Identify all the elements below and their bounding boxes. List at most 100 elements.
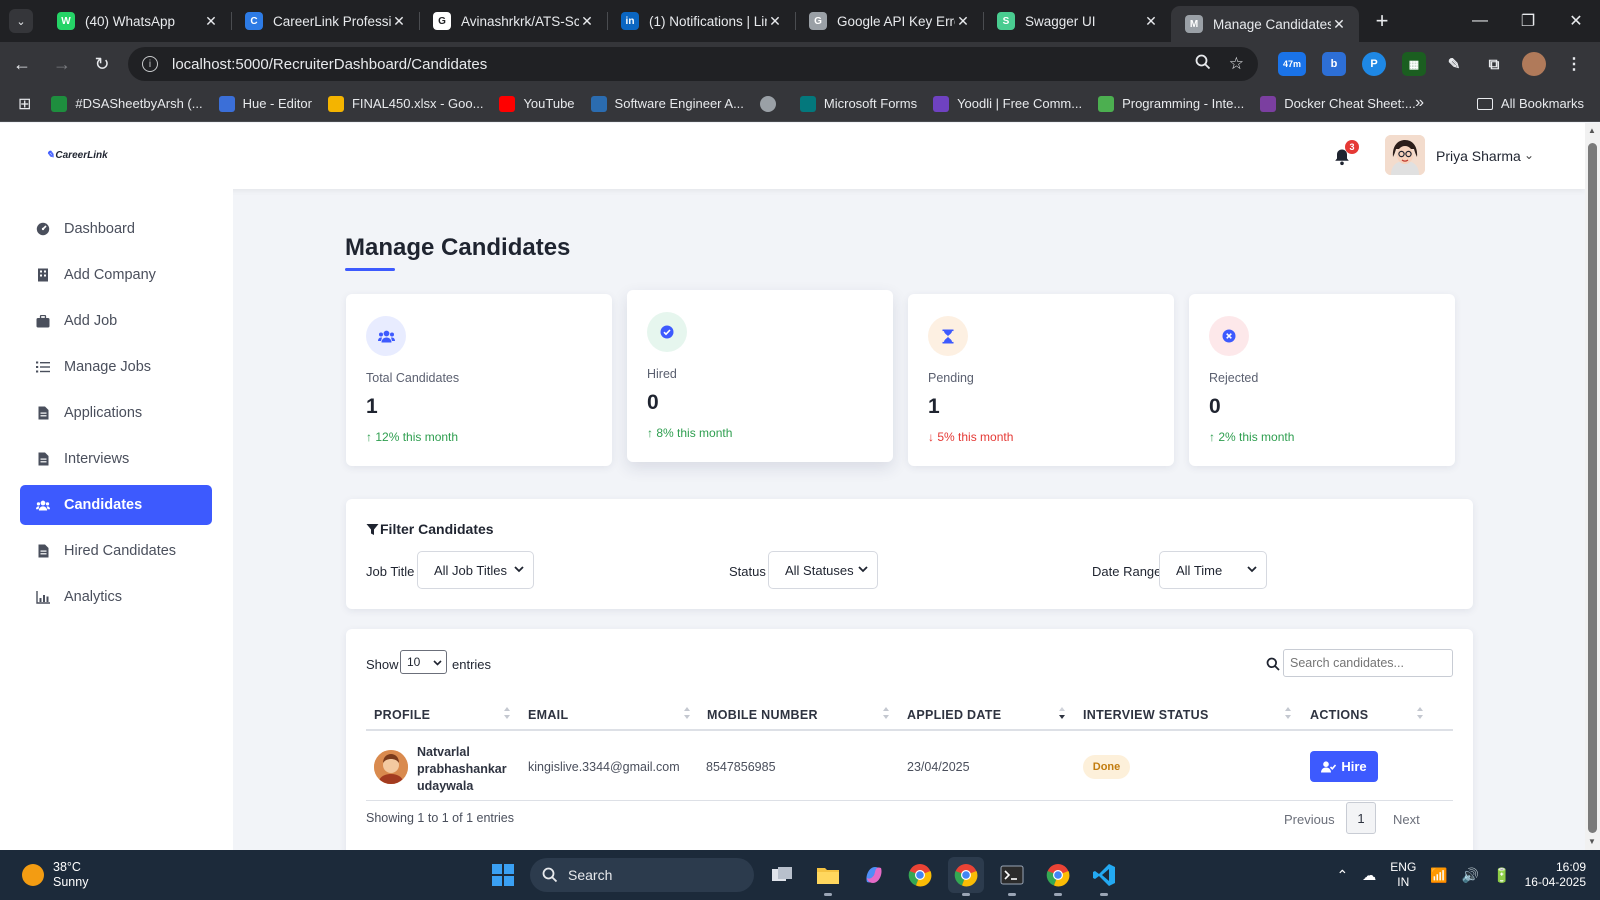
- zoom-icon[interactable]: [1195, 54, 1211, 75]
- tab-search-button[interactable]: ⌄: [9, 9, 33, 33]
- browser-menu-icon[interactable]: ⋮: [1562, 52, 1586, 76]
- extension-grid-icon[interactable]: ▦: [1402, 52, 1426, 76]
- sidebar-item-applications[interactable]: Applications: [20, 393, 212, 433]
- sort-arrows-icon[interactable]: [882, 706, 890, 720]
- extension-pen-icon[interactable]: ✎: [1442, 52, 1466, 76]
- sort-arrows-icon[interactable]: [503, 706, 511, 720]
- sidebar-item-dashboard[interactable]: Dashboard: [20, 209, 212, 249]
- site-info-icon[interactable]: i: [142, 56, 158, 72]
- bookmark-item[interactable]: Hue - Editor: [218, 95, 312, 112]
- bookmark-item[interactable]: Programming - Inte...: [1098, 95, 1244, 112]
- browser-tab[interactable]: M Manage Candidates ✕: [1171, 6, 1359, 42]
- browser-tab[interactable]: G Google API Key Error ✕: [795, 0, 983, 42]
- status-select[interactable]: All Statuses: [768, 551, 878, 589]
- clock[interactable]: 16:09 16-04-2025: [1525, 860, 1586, 890]
- sidebar-item-add-company[interactable]: Add Company: [20, 255, 212, 295]
- chrome-profile-icon[interactable]: [1040, 857, 1076, 896]
- column-header-mobile-number[interactable]: MOBILE NUMBER: [707, 708, 818, 722]
- date-range-select[interactable]: All Time: [1159, 551, 1267, 589]
- column-header-actions[interactable]: ACTIONS: [1310, 708, 1368, 722]
- bookmark-item[interactable]: #DSASheetbyArsh (...: [51, 95, 203, 112]
- scroll-up-arrow-icon[interactable]: ▲: [1588, 126, 1596, 135]
- chrome-active-icon[interactable]: [948, 857, 984, 896]
- sort-arrows-icon[interactable]: [683, 706, 691, 720]
- close-icon[interactable]: ✕: [767, 13, 783, 30]
- bookmark-item[interactable]: [759, 95, 784, 112]
- vscode-icon[interactable]: [1086, 857, 1122, 896]
- more-bookmarks-chevron-icon[interactable]: »: [1415, 94, 1424, 112]
- sort-arrows-icon[interactable]: [1284, 706, 1292, 720]
- windows-start-icon[interactable]: [486, 858, 520, 892]
- restore-button[interactable]: ❐: [1504, 0, 1552, 42]
- extension-b-icon[interactable]: b: [1322, 52, 1346, 76]
- careerlink-logo[interactable]: ✎CareerLink: [46, 150, 108, 161]
- sidebar-item-candidates[interactable]: Candidates: [20, 485, 212, 525]
- address-bar[interactable]: i localhost:5000/RecruiterDashboard/Cand…: [128, 47, 1258, 81]
- close-icon[interactable]: ✕: [203, 13, 219, 30]
- terminal-icon[interactable]: [994, 857, 1030, 896]
- sidebar-item-add-job[interactable]: Add Job: [20, 301, 212, 341]
- column-header-profile[interactable]: PROFILE: [374, 708, 430, 722]
- chrome-icon[interactable]: [902, 857, 938, 893]
- close-icon[interactable]: ✕: [955, 13, 971, 30]
- extension-p-icon[interactable]: P: [1362, 52, 1386, 76]
- apps-grid-icon[interactable]: ⊞: [18, 94, 31, 114]
- page-scrollbar[interactable]: ▲ ▼: [1585, 123, 1600, 850]
- browser-tab[interactable]: G Avinashrkrk/ATS-Sco ✕: [419, 0, 607, 42]
- browser-tab[interactable]: S Swagger UI ✕: [983, 0, 1171, 42]
- browser-tab[interactable]: C CareerLink Professio ✕: [231, 0, 419, 42]
- bookmark-star-icon[interactable]: ☆: [1229, 54, 1244, 74]
- new-tab-button[interactable]: +: [1367, 6, 1397, 36]
- page-1-button[interactable]: 1: [1346, 802, 1376, 834]
- user-avatar[interactable]: [1385, 135, 1425, 175]
- scroll-thumb[interactable]: [1588, 143, 1597, 833]
- bookmark-item[interactable]: YouTube: [499, 95, 575, 112]
- close-icon[interactable]: ✕: [579, 13, 595, 30]
- sidebar-item-analytics[interactable]: Analytics: [20, 577, 212, 617]
- profile-avatar-icon[interactable]: [1522, 52, 1546, 76]
- sort-arrows-icon[interactable]: [1058, 706, 1066, 720]
- previous-page-button[interactable]: Previous: [1284, 812, 1335, 827]
- weather-widget[interactable]: 38°C Sunny: [22, 860, 88, 890]
- bookmark-item[interactable]: Microsoft Forms: [799, 95, 917, 112]
- search-candidates-input[interactable]: [1283, 649, 1453, 677]
- close-window-button[interactable]: ✕: [1552, 0, 1600, 42]
- wifi-icon[interactable]: 📶: [1430, 867, 1447, 884]
- task-view-icon[interactable]: [764, 857, 800, 893]
- job-title-select[interactable]: All Job Titles: [417, 551, 534, 589]
- back-button[interactable]: ←: [4, 46, 40, 82]
- bookmark-item[interactable]: Docker Cheat Sheet:...: [1260, 95, 1416, 112]
- scroll-down-arrow-icon[interactable]: ▼: [1588, 837, 1596, 846]
- sidebar-item-interviews[interactable]: Interviews: [20, 439, 212, 479]
- copilot-icon[interactable]: [856, 857, 892, 893]
- column-header-email[interactable]: EMAIL: [528, 708, 568, 722]
- sidebar-item-manage-jobs[interactable]: Manage Jobs: [20, 347, 212, 387]
- sidebar-item-hired-candidates[interactable]: Hired Candidates: [20, 531, 212, 571]
- browser-tab[interactable]: W (40) WhatsApp ✕: [43, 0, 231, 42]
- language-indicator[interactable]: ENG IN: [1390, 860, 1416, 890]
- next-page-button[interactable]: Next: [1393, 812, 1420, 827]
- close-icon[interactable]: ✕: [391, 13, 407, 30]
- chevron-up-icon[interactable]: ⌃: [1337, 867, 1349, 884]
- taskbar-search[interactable]: Search: [530, 858, 754, 892]
- close-icon[interactable]: ✕: [1143, 13, 1159, 30]
- volume-icon[interactable]: 🔊: [1462, 867, 1479, 884]
- bookmark-item[interactable]: Software Engineer A...: [590, 95, 744, 112]
- reload-button[interactable]: ↻: [84, 46, 120, 82]
- browser-tab[interactable]: in (1) Notifications | Lin ✕: [607, 0, 795, 42]
- url-text[interactable]: localhost:5000/RecruiterDashboard/Candid…: [172, 56, 1177, 73]
- file-explorer-icon[interactable]: [810, 857, 846, 896]
- battery-icon[interactable]: 🔋: [1493, 867, 1510, 884]
- hire-button[interactable]: Hire: [1310, 751, 1378, 782]
- sort-arrows-icon[interactable]: [1416, 706, 1424, 720]
- bookmark-item[interactable]: Yoodli | Free Comm...: [933, 95, 1082, 112]
- all-bookmarks-button[interactable]: All Bookmarks: [1476, 96, 1584, 111]
- extension-timer-icon[interactable]: 47m: [1278, 52, 1306, 76]
- extensions-puzzle-icon[interactable]: ⧉: [1482, 52, 1506, 76]
- entries-per-page-select[interactable]: 10: [400, 650, 447, 674]
- user-name[interactable]: Priya Sharma: [1436, 148, 1521, 164]
- bookmark-item[interactable]: FINAL450.xlsx - Goo...: [327, 95, 483, 112]
- column-header-applied-date[interactable]: APPLIED DATE: [907, 708, 1001, 722]
- onedrive-icon[interactable]: ☁: [1362, 867, 1376, 884]
- forward-button[interactable]: →: [44, 46, 80, 82]
